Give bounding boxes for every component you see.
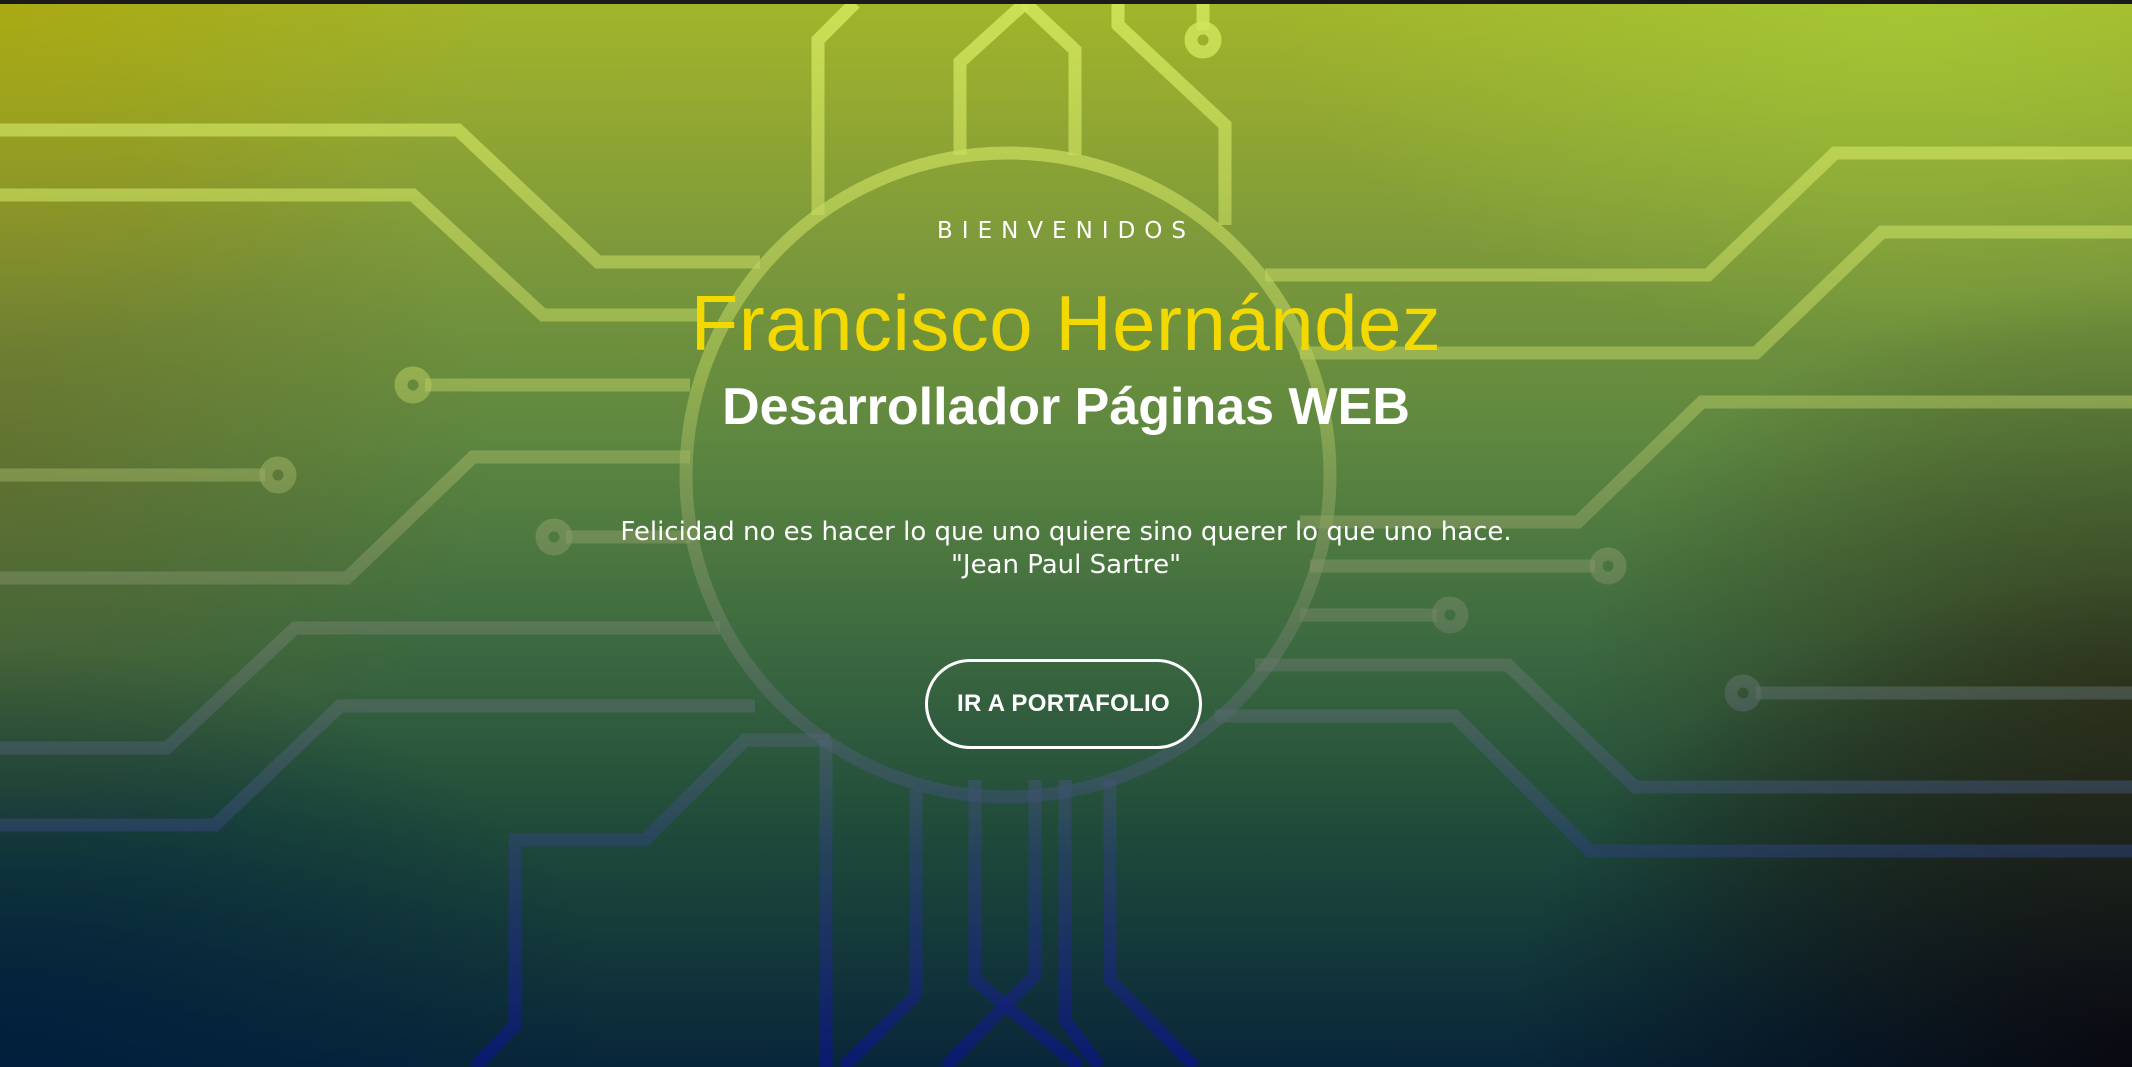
quote-text: Felicidad no es hacer lo que uno quiere …	[620, 517, 1512, 547]
welcome-eyebrow: BIENVENIDOS	[937, 218, 1195, 244]
top-bar	[0, 0, 2132, 4]
hero-quote: Felicidad no es hacer lo que uno quiere …	[0, 516, 2132, 582]
hero-content: BIENVENIDOS Francisco Hernández Desarrol…	[0, 0, 2132, 1067]
hero-name-heading: Francisco Hernández	[690, 279, 1442, 367]
quote-author: "Jean Paul Sartre"	[950, 550, 1182, 580]
hero-section: BIENVENIDOS Francisco Hernández Desarrol…	[0, 0, 2132, 1067]
portfolio-button[interactable]: IR A PORTAFOLIO	[925, 659, 1202, 749]
hero-role-subheading: Desarrollador Páginas WEB	[722, 378, 1410, 436]
